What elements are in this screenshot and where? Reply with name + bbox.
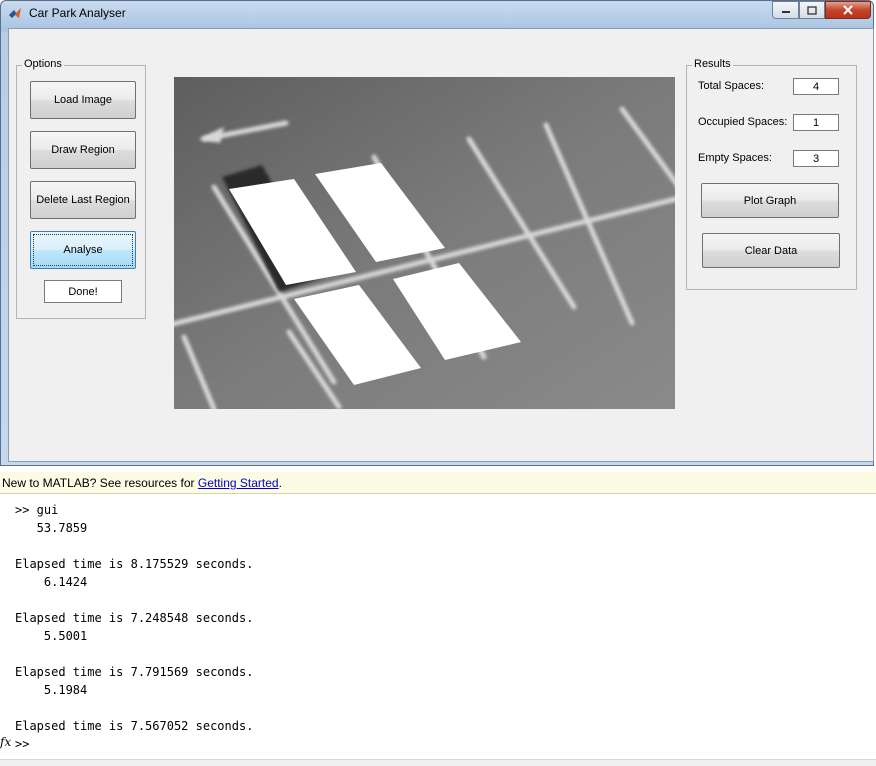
analyse-button[interactable]: Analyse xyxy=(30,231,136,269)
command-line: 53.7859 xyxy=(15,521,88,535)
options-panel: Options Load Image Draw Region Delete La… xyxy=(16,58,146,319)
results-legend: Results xyxy=(692,58,733,70)
close-button[interactable] xyxy=(825,1,871,19)
minimize-button[interactable] xyxy=(772,1,799,19)
command-line: 5.5001 xyxy=(15,629,88,643)
title-bar[interactable]: Car Park Analyser xyxy=(1,1,873,27)
command-line: >> gui xyxy=(15,503,59,517)
command-line: Elapsed time is 7.248548 seconds. xyxy=(15,611,254,625)
load-image-button[interactable]: Load Image xyxy=(30,81,136,119)
matlab-logo-icon xyxy=(9,8,21,18)
occupied-spaces-field[interactable]: 1 xyxy=(793,114,839,131)
empty-spaces-field[interactable]: 3 xyxy=(793,150,839,167)
function-browser-icon[interactable]: fx xyxy=(0,735,11,749)
app-window: Car Park Analyser Options Load Image Dra… xyxy=(0,0,874,466)
total-spaces-field[interactable]: 4 xyxy=(793,78,839,95)
command-line: 5.1984 xyxy=(15,683,88,697)
draw-region-button[interactable]: Draw Region xyxy=(30,131,136,169)
command-line: 6.1424 xyxy=(15,575,88,589)
maximize-icon xyxy=(807,5,817,15)
getting-started-bar: New to MATLAB? See resources for Getting… xyxy=(0,472,876,494)
figure-area: Options Load Image Draw Region Delete La… xyxy=(8,28,874,462)
window-title: Car Park Analyser xyxy=(29,6,126,20)
delete-last-region-button[interactable]: Delete Last Region xyxy=(30,181,136,219)
results-panel: Results Total Spaces: 4 Occupied Spaces:… xyxy=(686,58,857,290)
empty-spaces-label: Empty Spaces: xyxy=(698,152,772,164)
done-button[interactable]: Done! xyxy=(44,280,122,303)
total-spaces-label: Total Spaces: xyxy=(698,80,765,92)
command-prompt[interactable]: >> xyxy=(15,735,253,753)
car-park-image[interactable] xyxy=(174,77,675,409)
options-legend: Options xyxy=(22,58,64,70)
minimize-icon xyxy=(781,11,790,13)
plot-graph-button[interactable]: Plot Graph xyxy=(701,183,839,218)
getting-started-link[interactable]: Getting Started xyxy=(198,476,279,490)
close-icon xyxy=(843,5,853,15)
maximize-button[interactable] xyxy=(799,1,825,19)
command-line xyxy=(15,699,253,717)
command-line xyxy=(15,537,253,555)
command-line: Elapsed time is 7.791569 seconds. xyxy=(15,665,254,679)
command-line xyxy=(15,645,253,663)
clear-data-button[interactable]: Clear Data xyxy=(702,233,840,268)
command-window-output[interactable]: >> gui 53.7859 Elapsed time is 8.175529 … xyxy=(15,501,253,753)
occupied-spaces-label: Occupied Spaces: xyxy=(698,116,788,128)
command-line: Elapsed time is 8.175529 seconds. xyxy=(15,557,254,571)
command-line xyxy=(15,591,253,609)
command-line: Elapsed time is 7.567052 seconds. xyxy=(15,719,254,733)
info-suffix: . xyxy=(278,476,282,490)
info-text: New to MATLAB? See resources for xyxy=(2,476,198,490)
